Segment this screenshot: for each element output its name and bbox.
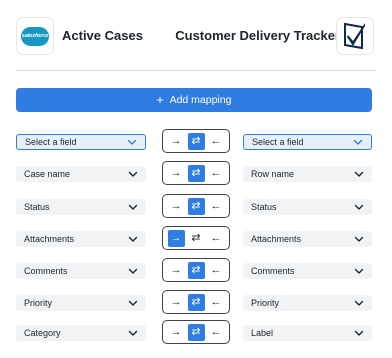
sync-direction-toggle: → ⇄ ← bbox=[162, 194, 230, 218]
target-field-label: Attachments bbox=[251, 234, 302, 244]
source-field-select[interactable]: Priority bbox=[16, 295, 146, 311]
chevron-down-icon bbox=[128, 171, 138, 177]
sync-both-arrow-icon[interactable]: ⇄ bbox=[187, 197, 205, 215]
mapping-row: Attachments → ⇄ ← Attachments bbox=[0, 225, 392, 251]
target-field-select[interactable]: Attachments bbox=[243, 231, 372, 247]
target-field-select[interactable]: Row name bbox=[243, 166, 372, 182]
sync-direction-toggle: → ⇄ ← bbox=[162, 129, 230, 153]
add-mapping-button[interactable]: + Add mapping bbox=[16, 88, 372, 112]
sync-right-arrow-icon[interactable]: → bbox=[168, 165, 185, 182]
chevron-down-icon bbox=[354, 236, 364, 242]
plus-icon: + bbox=[156, 93, 164, 107]
sync-right-arrow-icon[interactable]: → bbox=[168, 294, 185, 311]
mapping-row: Select a field → ⇄ ← Select a field bbox=[0, 128, 392, 154]
chevron-down-icon bbox=[353, 139, 363, 145]
chevron-down-icon bbox=[127, 139, 137, 145]
add-mapping-label: Add mapping bbox=[169, 94, 232, 106]
sync-right-arrow-icon[interactable]: → bbox=[168, 198, 185, 215]
sync-both-arrow-icon[interactable]: ⇄ bbox=[188, 230, 205, 247]
chevron-down-icon bbox=[354, 300, 364, 306]
source-field-label: Comments bbox=[24, 266, 68, 276]
smartsheet-check-icon bbox=[344, 22, 365, 50]
sync-both-arrow-icon[interactable]: ⇄ bbox=[187, 323, 205, 341]
sync-left-arrow-icon[interactable]: ← bbox=[208, 133, 225, 150]
chevron-down-icon bbox=[128, 268, 138, 274]
source-field-select[interactable]: Status bbox=[16, 199, 146, 215]
target-field-label: Select a field bbox=[252, 137, 304, 147]
chevron-down-icon bbox=[354, 268, 364, 274]
source-field-label: Attachments bbox=[24, 234, 75, 244]
sync-left-arrow-icon[interactable]: ← bbox=[208, 198, 225, 215]
chevron-down-icon bbox=[354, 204, 364, 210]
sync-both-arrow-icon[interactable]: ⇄ bbox=[187, 293, 205, 311]
source-field-select[interactable]: Select a field bbox=[16, 134, 146, 150]
chevron-down-icon bbox=[128, 204, 138, 210]
target-field-select[interactable]: Select a field bbox=[243, 134, 372, 150]
mapping-row: Priority → ⇄ ← Priority bbox=[0, 289, 392, 315]
target-app-title: Customer Delivery Tracker bbox=[175, 28, 340, 43]
source-field-label: Select a field bbox=[25, 137, 77, 147]
smartsheet-logo bbox=[336, 17, 374, 55]
sync-right-arrow-icon[interactable]: → bbox=[168, 262, 185, 279]
target-field-select[interactable]: Comments bbox=[243, 263, 372, 279]
mapping-row: Status → ⇄ ← Status bbox=[0, 193, 392, 219]
chevron-down-icon bbox=[354, 171, 364, 177]
salesforce-logo: salesforce bbox=[16, 17, 54, 55]
source-field-select[interactable]: Category bbox=[16, 325, 146, 341]
chevron-down-icon bbox=[128, 300, 138, 306]
source-app-title: Active Cases bbox=[62, 28, 143, 43]
source-field-select[interactable]: Case name bbox=[16, 166, 146, 182]
source-field-select[interactable]: Attachments bbox=[16, 231, 146, 247]
chevron-down-icon bbox=[128, 236, 138, 242]
mapping-row: Comments → ⇄ ← Comments bbox=[0, 257, 392, 283]
target-field-select[interactable]: Status bbox=[243, 199, 372, 215]
target-field-label: Label bbox=[251, 328, 274, 338]
target-field-select[interactable]: Priority bbox=[243, 295, 372, 311]
source-field-label: Status bbox=[24, 202, 50, 212]
sync-both-arrow-icon[interactable]: ⇄ bbox=[187, 164, 205, 182]
sync-direction-toggle: → ⇄ ← bbox=[162, 290, 230, 314]
sync-direction-toggle: → ⇄ ← bbox=[162, 161, 230, 185]
header-divider bbox=[16, 70, 376, 71]
sync-left-arrow-icon[interactable]: ← bbox=[208, 324, 225, 341]
target-field-label: Priority bbox=[251, 298, 280, 308]
mapping-row: Case name → ⇄ ← Row name bbox=[0, 160, 392, 186]
header: salesforce Active Cases Customer Deliver… bbox=[0, 0, 392, 70]
mapping-row: Category → ⇄ ← Label bbox=[0, 319, 392, 345]
sync-right-arrow-icon[interactable]: → bbox=[168, 324, 185, 341]
target-field-label: Row name bbox=[251, 169, 295, 179]
chevron-down-icon bbox=[128, 330, 138, 336]
source-field-label: Case name bbox=[24, 169, 71, 179]
source-field-label: Priority bbox=[24, 298, 53, 308]
sync-left-arrow-icon[interactable]: ← bbox=[208, 230, 225, 247]
sync-right-arrow-icon[interactable]: → bbox=[167, 229, 185, 247]
target-field-label: Comments bbox=[251, 266, 295, 276]
source-field-label: Category bbox=[24, 328, 61, 338]
source-field-select[interactable]: Comments bbox=[16, 263, 146, 279]
sync-left-arrow-icon[interactable]: ← bbox=[208, 294, 225, 311]
sync-right-arrow-icon[interactable]: → bbox=[168, 133, 185, 150]
target-field-label: Status bbox=[251, 202, 277, 212]
sync-direction-toggle: → ⇄ ← bbox=[162, 320, 230, 344]
sync-left-arrow-icon[interactable]: ← bbox=[208, 262, 225, 279]
salesforce-cloud-icon: salesforce bbox=[21, 26, 49, 46]
sync-direction-toggle: → ⇄ ← bbox=[162, 258, 230, 282]
target-field-select[interactable]: Label bbox=[243, 325, 372, 341]
sync-direction-toggle: → ⇄ ← bbox=[162, 226, 230, 250]
sync-both-arrow-icon[interactable]: ⇄ bbox=[187, 132, 205, 150]
sync-left-arrow-icon[interactable]: ← bbox=[208, 165, 225, 182]
sync-both-arrow-icon[interactable]: ⇄ bbox=[187, 261, 205, 279]
chevron-down-icon bbox=[354, 330, 364, 336]
